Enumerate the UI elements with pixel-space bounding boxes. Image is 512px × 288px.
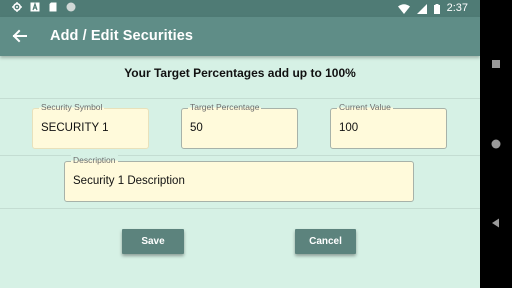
target-percentage-label: Target Percentage [188,102,262,113]
security-symbol-value: SECURITY 1 [41,122,109,134]
divider-bottom [0,208,480,209]
current-value-label: Current Value [337,102,393,113]
description-value: Security 1 Description [73,175,185,187]
home-circle-icon[interactable] [489,137,503,151]
back-arrow-icon[interactable] [9,25,31,47]
cancel-button[interactable]: Cancel [295,229,356,254]
current-value-field[interactable]: Current Value 100 [330,102,447,149]
clock-time: 2:37 [446,2,468,14]
description-label: Description [71,155,118,166]
description-field[interactable]: Description Security 1 Description [64,155,414,202]
status-bar: 2:37 [0,0,480,17]
security-symbol-field[interactable]: Security Symbol SECURITY 1 [32,102,149,149]
save-button[interactable]: Save [122,229,184,254]
status-right-icons: 2:37 [397,2,468,15]
page-title: Add / Edit Securities [50,28,194,44]
target-percentage-field[interactable]: Target Percentage 50 [181,102,298,149]
battery-icon [433,3,440,14]
wifi-icon [397,3,410,14]
target-percentage-value: 50 [190,122,203,134]
divider-top [0,98,480,99]
app-bar: Add / Edit Securities [0,17,480,56]
target-percentage-summary: Your Target Percentages add up to 100% [124,66,356,80]
signal-icon [416,3,427,14]
back-triangle-icon[interactable] [489,216,503,230]
status-left-icons [12,2,76,12]
gear-icon [12,2,22,12]
app-screen: 2:37 Add / Edit Securities Your Target P… [0,0,480,288]
current-value-value: 100 [339,122,359,134]
sd-card-icon [49,2,57,12]
circle-icon [66,2,76,12]
system-nav-bar [480,0,512,288]
security-symbol-label: Security Symbol [39,102,105,113]
recents-square-icon[interactable] [489,57,503,71]
a-box-icon [30,2,40,12]
